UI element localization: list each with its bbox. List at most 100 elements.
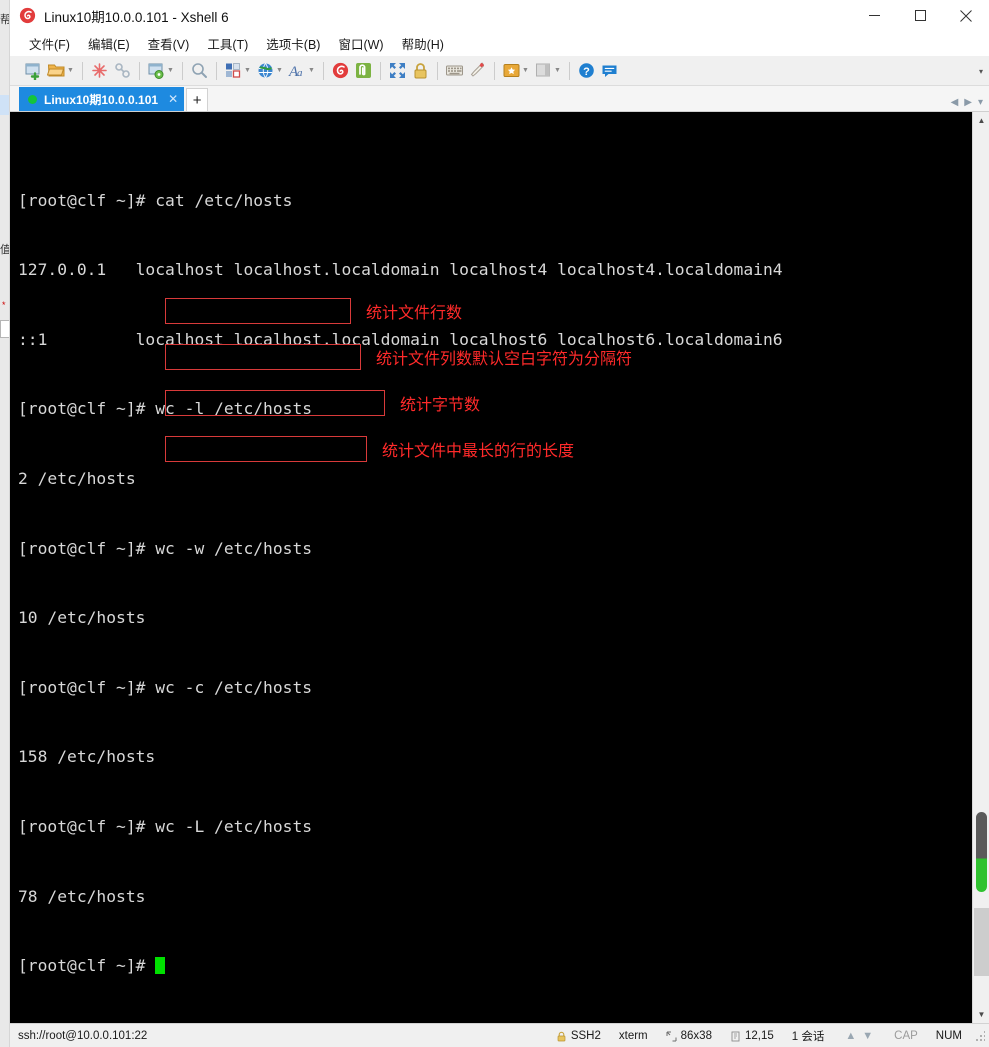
- feedback-icon: [602, 65, 617, 77]
- font-icon: A a: [288, 64, 303, 80]
- terminal-screen[interactable]: [root@clf ~]# cat /etc/hosts 127.0.0.1 l…: [10, 112, 972, 1023]
- tab-linux10-10-0-0-101[interactable]: Linux10期10.0.0.101 ✕: [19, 87, 185, 111]
- font-button[interactable]: A a ▼: [286, 59, 318, 83]
- terminal-output: 127.0.0.1 localhost localhost.localdomai…: [18, 260, 783, 280]
- status-security-cell[interactable]: SSH2: [547, 1027, 610, 1045]
- annotation-box-wc-L: [165, 436, 367, 462]
- chevron-down-icon[interactable]: ▼: [166, 61, 175, 80]
- xftp-icon: [356, 63, 371, 78]
- arrow-down-icon: ▼: [862, 1030, 874, 1042]
- lock-icon: [556, 1031, 567, 1042]
- menu-edit[interactable]: 编辑(E): [79, 31, 139, 56]
- toolbar-overflow-button[interactable]: ▾: [979, 56, 983, 86]
- feedback-button[interactable]: [598, 59, 621, 83]
- status-bar: ssh://root@10.0.0.101:22 SSH2 xterm 86x3…: [10, 1023, 989, 1047]
- search-icon: [192, 63, 207, 78]
- layout-icon: [226, 63, 241, 78]
- scrollbar-thumb[interactable]: [974, 908, 989, 976]
- terminal-line: 10 /etc/hosts: [18, 606, 972, 629]
- scrollbar-activity-marker: [976, 812, 987, 892]
- terminal-line: 78 /etc/hosts: [18, 885, 972, 908]
- panel-button[interactable]: ▼: [532, 59, 564, 83]
- highlight-button[interactable]: [466, 59, 489, 83]
- tab-label: Linux10期10.0.0.101: [44, 92, 159, 107]
- svg-text:a: a: [297, 67, 303, 79]
- chevron-down-icon[interactable]: ▼: [307, 61, 316, 80]
- chevron-down-icon[interactable]: ▼: [66, 61, 75, 80]
- toolbar-separator: [323, 61, 324, 80]
- xshell-icon: [332, 62, 349, 79]
- status-terminal-type-cell[interactable]: xterm: [610, 1027, 657, 1045]
- terminal-output: ::1 localhost localhost.localdomain loca…: [18, 329, 783, 349]
- tab-strip-navigation: ◀ ▶ ▾: [951, 97, 983, 108]
- tab-list-icon[interactable]: ▾: [978, 97, 983, 108]
- open-session-button[interactable]: ▼: [45, 59, 77, 83]
- cursor-position-icon: [730, 1031, 741, 1042]
- background-window-red-fragment: *: [2, 300, 6, 310]
- tab-scroll-left-icon[interactable]: ◀: [951, 97, 959, 108]
- chevron-down-icon[interactable]: ▼: [275, 61, 284, 80]
- layout-button[interactable]: ▼: [222, 59, 254, 83]
- chevron-down-icon[interactable]: ▼: [243, 61, 252, 80]
- toolbar-separator: [569, 61, 570, 80]
- lock-button[interactable]: [409, 59, 432, 83]
- scroll-up-icon[interactable]: ▲: [973, 112, 989, 129]
- toolbar-separator: [216, 61, 217, 80]
- title-bar[interactable]: Linux10期10.0.0.101 - Xshell 6: [10, 0, 989, 31]
- scroll-down-icon[interactable]: ▼: [973, 1006, 989, 1023]
- toolbar: ▼ ▼ ▼ ▼ A a ▼ ▼ ▼ ? ▾: [10, 56, 989, 86]
- session-manager-button[interactable]: ▼: [500, 59, 532, 83]
- tab-close-icon[interactable]: ✕: [168, 92, 178, 106]
- menu-window[interactable]: 窗口(W): [329, 31, 392, 56]
- shell-prompt: [root@clf ~]#: [18, 399, 156, 419]
- terminal-scrollbar[interactable]: ▲ ▼: [972, 112, 989, 1023]
- close-icon[interactable]: [943, 0, 989, 31]
- xshell-logo-icon: [18, 7, 36, 25]
- disconnect-icon: [92, 63, 107, 78]
- help-button[interactable]: ?: [575, 59, 598, 83]
- menu-tools[interactable]: 工具(T): [198, 31, 257, 56]
- screen-size-icon: [666, 1031, 677, 1042]
- toolbar-separator: [182, 61, 183, 80]
- status-cursor-label: 12,15: [744, 1030, 774, 1042]
- xshell-window-root: 帮 值 * Linux10期10.0.0.101 - Xshell 6 文件(F…: [0, 0, 989, 1047]
- toolbar-separator: [139, 61, 140, 80]
- xshell-button[interactable]: [329, 59, 352, 83]
- keyboard-button[interactable]: [443, 59, 466, 83]
- terminal-output: 158 /etc/hosts: [18, 747, 156, 767]
- new-session-button[interactable]: [22, 59, 45, 83]
- tab-scroll-right-icon[interactable]: ▶: [964, 97, 972, 108]
- chevron-down-icon[interactable]: ▼: [553, 61, 562, 80]
- minimize-icon[interactable]: [851, 0, 897, 31]
- menu-view[interactable]: 查看(V): [139, 31, 199, 56]
- shell-prompt: [root@clf ~]#: [18, 190, 156, 210]
- disconnect-button[interactable]: [88, 59, 111, 83]
- status-caps-label: CAP: [894, 1030, 918, 1042]
- status-size-label: 86x38: [680, 1030, 712, 1042]
- shell-prompt: [root@clf ~]#: [18, 677, 156, 697]
- new-tab-button[interactable]: +: [186, 88, 209, 111]
- menu-tab[interactable]: 选项卡(B): [257, 31, 329, 56]
- reconnect-button[interactable]: [111, 59, 134, 83]
- open-folder-icon: [47, 64, 65, 77]
- session-properties-button[interactable]: ▼: [145, 59, 177, 83]
- status-sessions-cell[interactable]: 1 会话: [783, 1027, 834, 1045]
- chevron-down-icon[interactable]: ▼: [521, 61, 530, 80]
- menu-help[interactable]: 帮助(H): [393, 31, 453, 56]
- find-button[interactable]: [188, 59, 211, 83]
- xftp-button[interactable]: [352, 59, 375, 83]
- status-cursor-cell[interactable]: 12,15: [721, 1027, 783, 1045]
- status-size-cell[interactable]: 86x38: [657, 1027, 721, 1045]
- terminal-output: 10 /etc/hosts: [18, 608, 146, 628]
- terminal-area: [root@clf ~]# cat /etc/hosts 127.0.0.1 l…: [10, 112, 989, 1023]
- encoding-button[interactable]: ▼: [254, 59, 286, 83]
- terminal-line: [root@clf ~]# wc -w /etc/hosts: [18, 537, 972, 560]
- lock-icon: [414, 63, 427, 79]
- fullscreen-button[interactable]: [386, 59, 409, 83]
- maximize-icon[interactable]: [897, 0, 943, 31]
- shell-prompt: [root@clf ~]#: [18, 816, 156, 836]
- window-resize-grip[interactable]: [973, 1030, 985, 1042]
- terminal-line: [root@clf ~]# wc -L /etc/hosts: [18, 815, 972, 838]
- status-transfer-cell: ▲ ▼: [833, 1027, 885, 1045]
- menu-file[interactable]: 文件(F): [20, 31, 79, 56]
